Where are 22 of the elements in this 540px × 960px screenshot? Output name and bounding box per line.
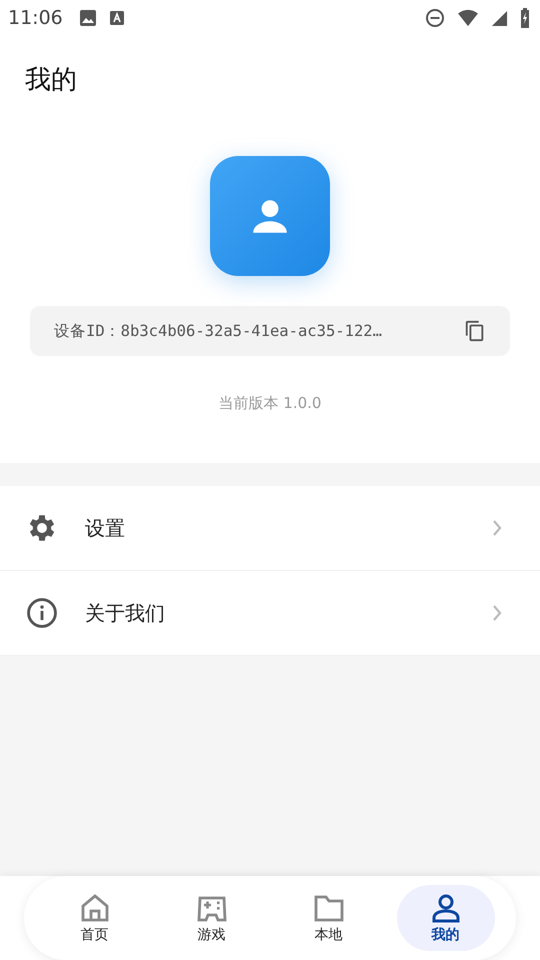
image-icon [78,9,97,27]
menu-item[interactable]: 设置 [0,486,540,571]
wifi-icon [457,9,479,27]
nav-tab[interactable]: 首页 [46,885,144,951]
signal-icon [491,10,508,26]
font-icon [108,10,125,26]
chevron-icon [492,520,502,536]
chevron-icon [492,605,502,621]
do-not-disturb-icon [425,8,445,28]
device-id: 设备ID：8b3c4b06-32a5-41ea-ac35-122… [54,320,383,342]
menu-item[interactable]: 关于我们 [0,571,540,656]
menu-label: 设置 [85,514,126,542]
status-time: 11:06 [8,7,63,29]
nav-tab[interactable]: 本地 [280,885,378,951]
nav-tab[interactable]: 我的 [396,885,494,951]
battery-icon [520,8,530,28]
copy-icon[interactable] [464,320,486,342]
menu-label: 关于我们 [85,600,166,626]
nav-tab[interactable]: 游戏 [162,885,260,951]
info-icon [25,596,59,630]
page-title: 我的 [0,36,540,100]
version-text: 当前版本 1.0.0 [218,394,322,413]
